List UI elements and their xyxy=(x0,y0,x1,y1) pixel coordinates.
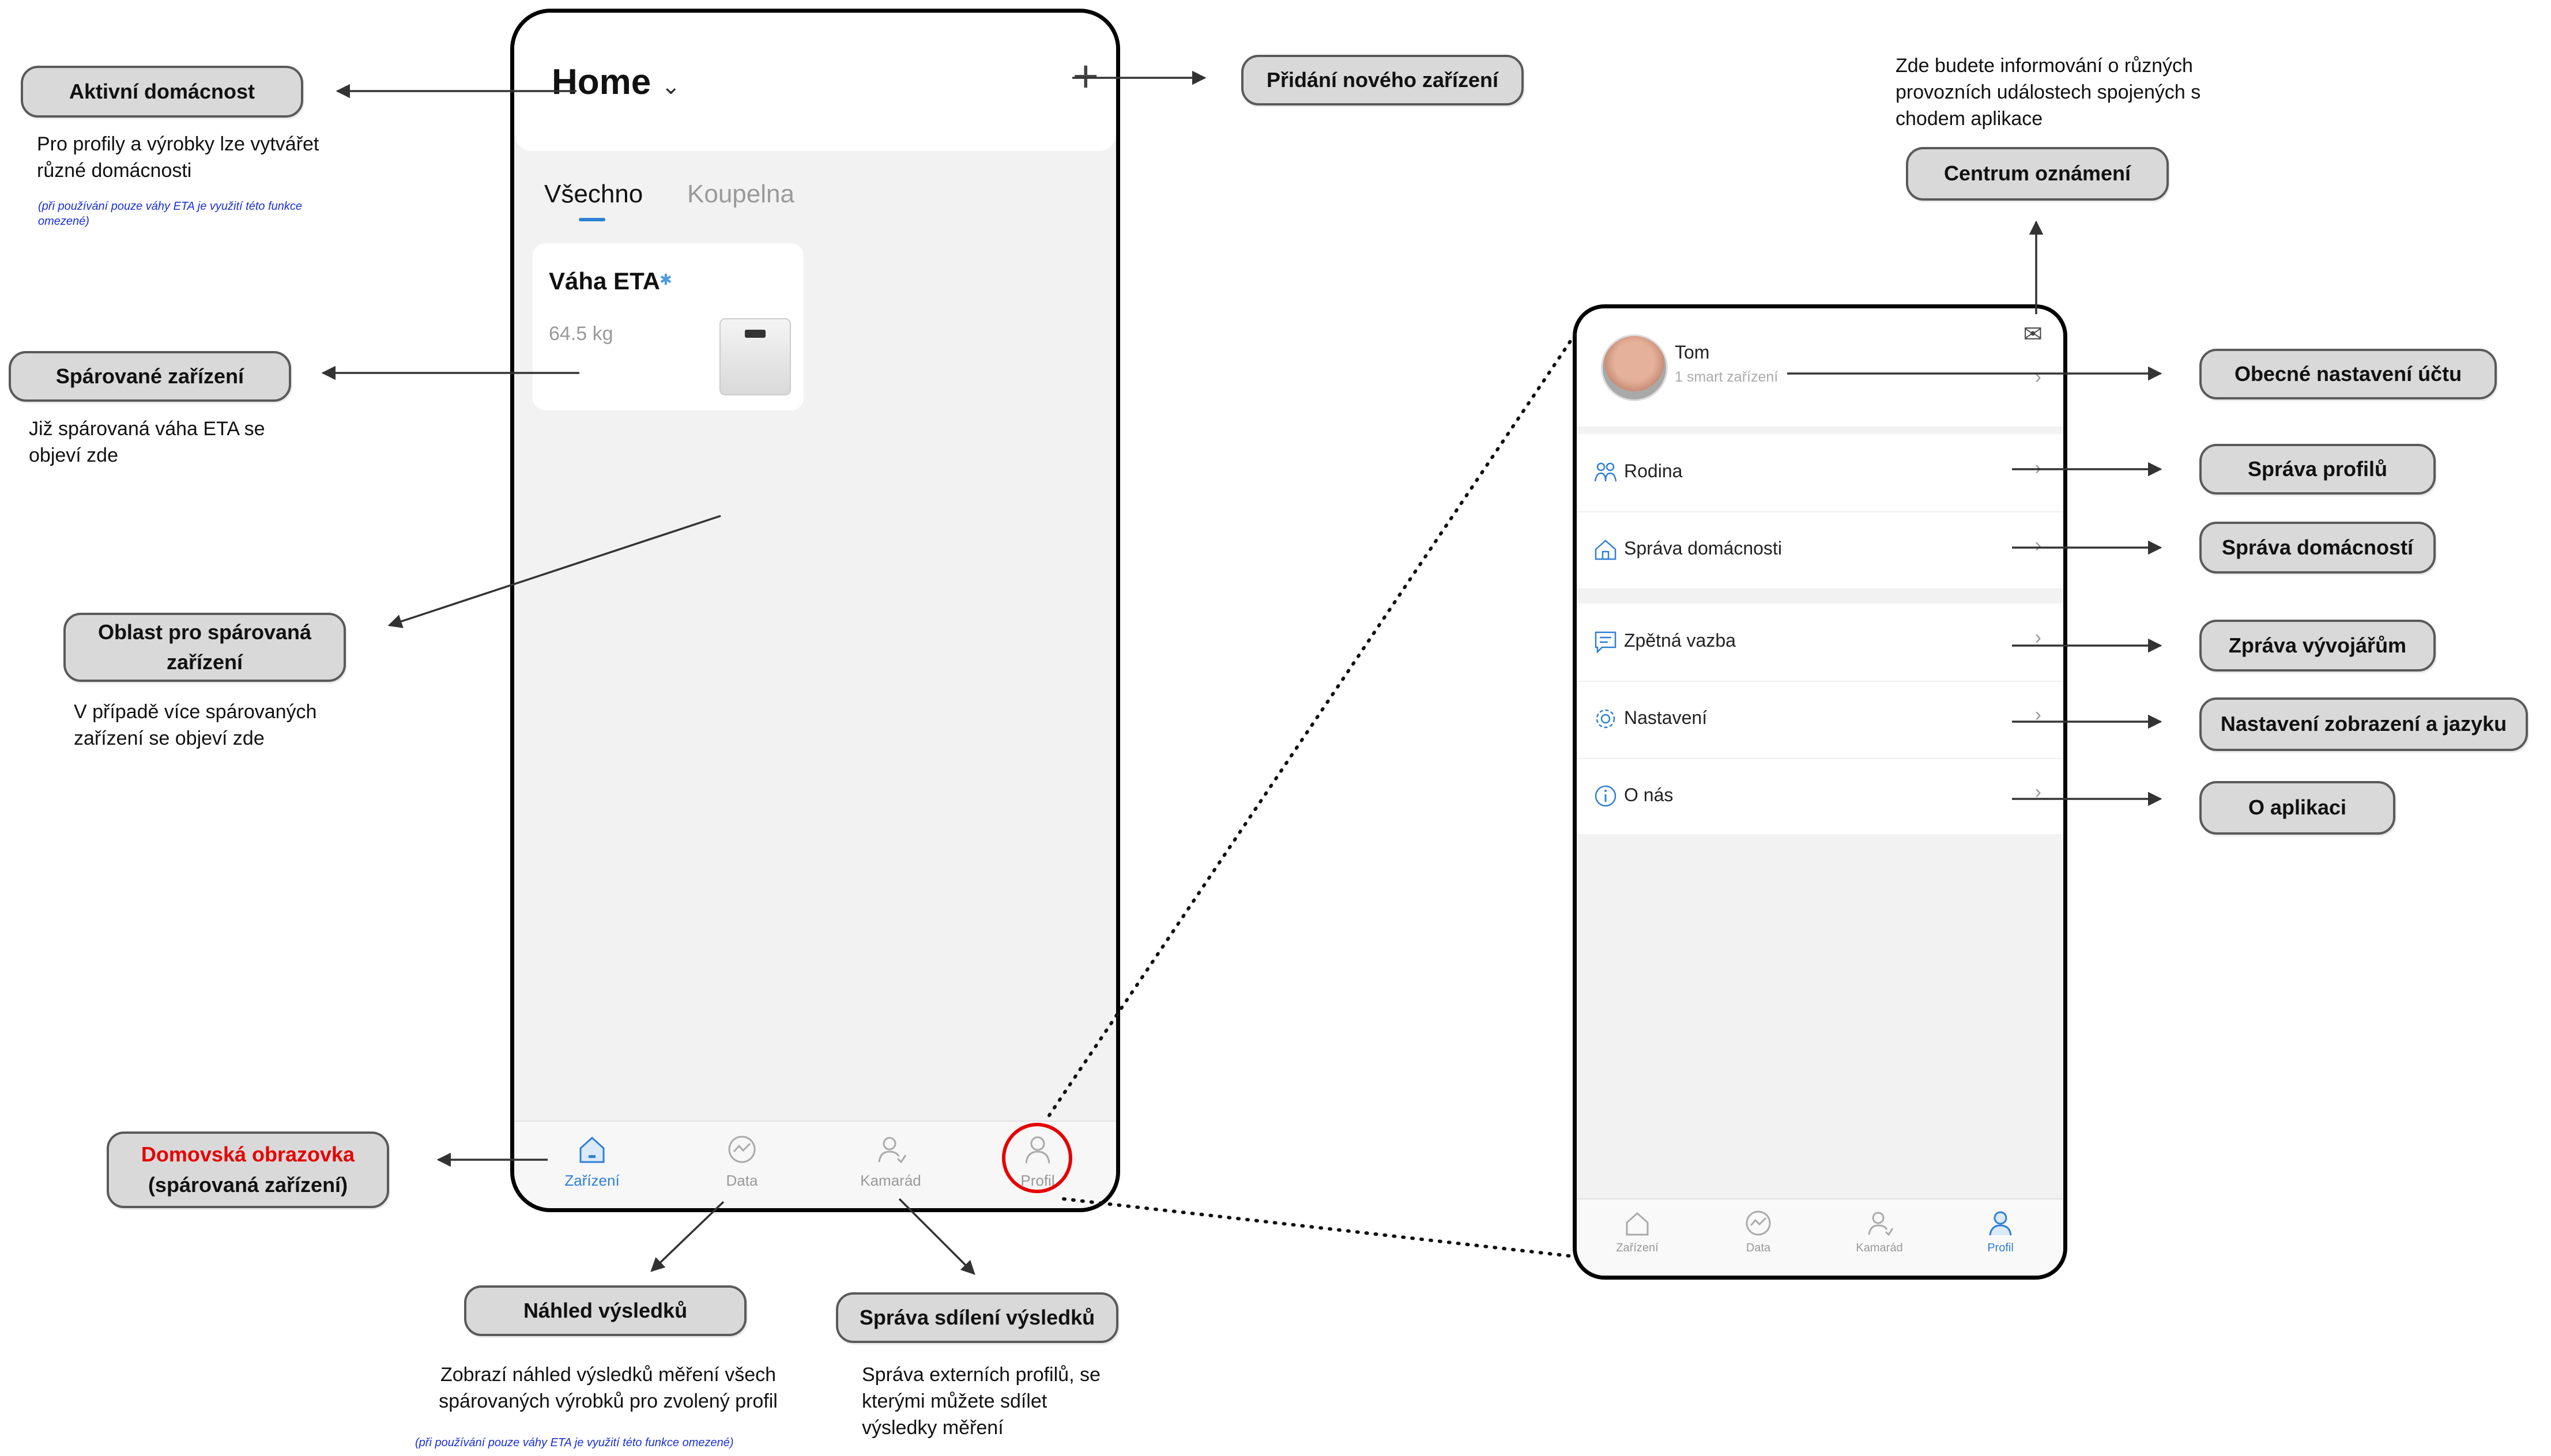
callout-developer-message: Zpráva vývojářům xyxy=(2199,620,2436,672)
callout-add-device: Přidání nového zařízení xyxy=(1241,55,1524,105)
callout-active-household: Aktivní domácnost xyxy=(21,66,303,118)
callout-share-management: Správa sdílení výsledků xyxy=(836,1292,1118,1343)
arrow-paired-area xyxy=(387,515,721,628)
callout-profile-management: Správa profilů xyxy=(2199,444,2436,495)
connector-layer xyxy=(321,70,2162,1275)
callout-display-language: Nastavení zobrazení a jazyku xyxy=(2199,697,2528,751)
desc-paired-device: Již spárovaná váha ETA se objeví zde xyxy=(29,418,265,466)
callout-account-settings: Obecné nastavení účtu xyxy=(2199,349,2497,399)
desc-share-management: Správa externích profilů, se kterými můž… xyxy=(862,1364,1101,1439)
zoom-line-top xyxy=(1047,333,1577,1117)
callout-paired-device: Spárované zařízení xyxy=(9,351,291,402)
desc-results-preview: Zobrazí náhled výsledků měření všech spá… xyxy=(439,1364,778,1412)
callout-notification-center: Centrum oznámení xyxy=(1906,147,2169,201)
note-household: (při používání pouze váhy ETA je využití… xyxy=(38,200,303,228)
zoom-line-bottom xyxy=(1062,1197,1577,1258)
callout-about-app: O aplikaci xyxy=(2199,781,2395,835)
desc-household: Pro profily a výrobky lze vytvářet různé… xyxy=(37,133,319,182)
callout-home-screen: Domovská obrazovka (spárovaná zařízení) xyxy=(107,1131,389,1208)
callout-household-management: Správa domácností xyxy=(2199,522,2436,574)
callout-paired-area: Oblast pro spárovaná zařízení xyxy=(63,613,346,682)
arrow-share-management xyxy=(898,1198,975,1275)
desc-notification-center: Zde budete informování o různých provozn… xyxy=(1896,55,2201,130)
note-results-preview: (při používání pouze váhy ETA je využití… xyxy=(415,1436,734,1449)
arrow-results-preview xyxy=(650,1201,725,1272)
desc-paired-area: V případě více spárovaných zařízení se o… xyxy=(74,701,317,749)
profile-highlight-circle xyxy=(1002,1123,1072,1193)
callout-results-preview: Náhled výsledků xyxy=(464,1285,747,1336)
